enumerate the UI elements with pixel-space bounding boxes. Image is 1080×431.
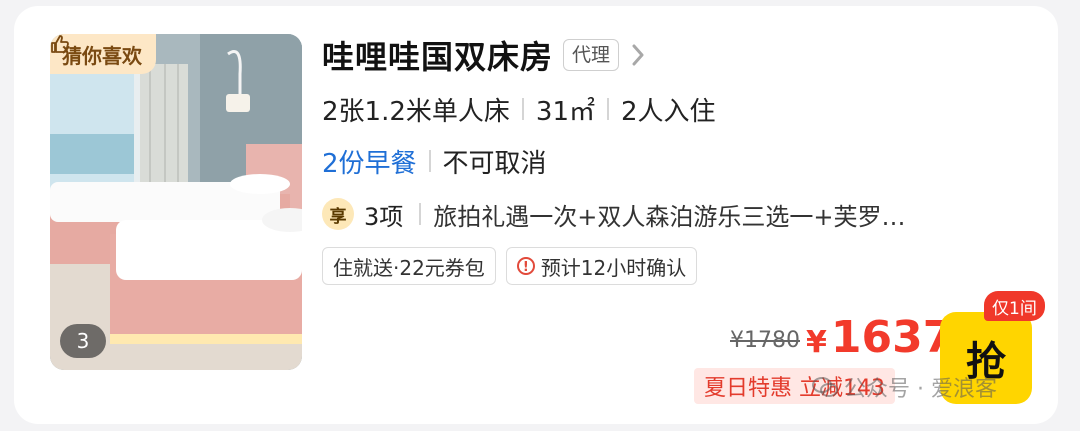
coupon-chip: 住就送·22元券包 [322,247,496,285]
price-amount: 1637 [830,312,954,363]
meal-cancel-row: 2份早餐 不可取消 [322,142,547,180]
breakfast-info: 2份早餐 [322,148,417,179]
room-title: 哇哩哇国双床房 [322,38,554,76]
room-specs: 2张1.2米单人床 31㎡ 2人入住 [322,90,716,128]
room-photo-illustration [50,34,302,370]
guess-you-like-tag: 猜你喜欢 [50,34,156,74]
divider [607,98,609,120]
benefit-chips: 住就送·22元券包 ! 预计12小时确认 [322,247,698,287]
perk-count: 3项 [364,202,404,231]
thumbs-up-icon [51,35,69,53]
guess-you-like-label: 猜你喜欢 [62,43,142,68]
wechat-icon [812,377,838,397]
room-area: 31㎡ [535,96,595,127]
watermark: 公众号 · 爱浪客 [812,370,997,404]
alert-circle-icon: ! [516,257,535,275]
current-price: ¥ 1637 [806,312,953,363]
cancellation-policy: 不可取消 [442,148,547,179]
divider [428,150,431,172]
original-price: ¥1780 [730,328,800,353]
divider [419,203,422,225]
photo-count-badge: 3 [60,324,106,358]
perks-row[interactable]: 享 3项 旅拍礼遇一次+双人森泊游乐三选一+芙罗… [322,195,1022,233]
title-row[interactable]: 哇哩哇国双床房 代理 [322,34,647,76]
hotel-room-card[interactable]: 猜你喜欢 3 哇哩哇国双床房 代理 2张1.2米单人床 31㎡ 2人入住 2份早… [0,0,1080,431]
chevron-right-icon[interactable] [629,42,647,68]
watermark-text: 公众号 · 爱浪客 [844,377,997,402]
coupon-chip-label: 住就送·22元券包 [333,255,485,280]
confirm-time-chip: ! 预计12小时确认 [505,247,698,285]
confirm-time-label: 预计12小时确认 [540,255,687,280]
room-photo[interactable]: 猜你喜欢 3 [50,34,302,370]
divider [521,98,524,120]
bed-info: 2张1.2米单人床 [322,96,510,127]
perk-icon: 享 [322,198,354,230]
agent-badge: 代理 [563,39,620,71]
stock-badge: 仅1间 [984,291,1045,321]
occupancy: 2人入住 [621,96,716,127]
currency-symbol: ¥ [806,325,827,360]
perk-description: 旅拍礼遇一次+双人森泊游乐三选一+芙罗… [433,202,906,231]
